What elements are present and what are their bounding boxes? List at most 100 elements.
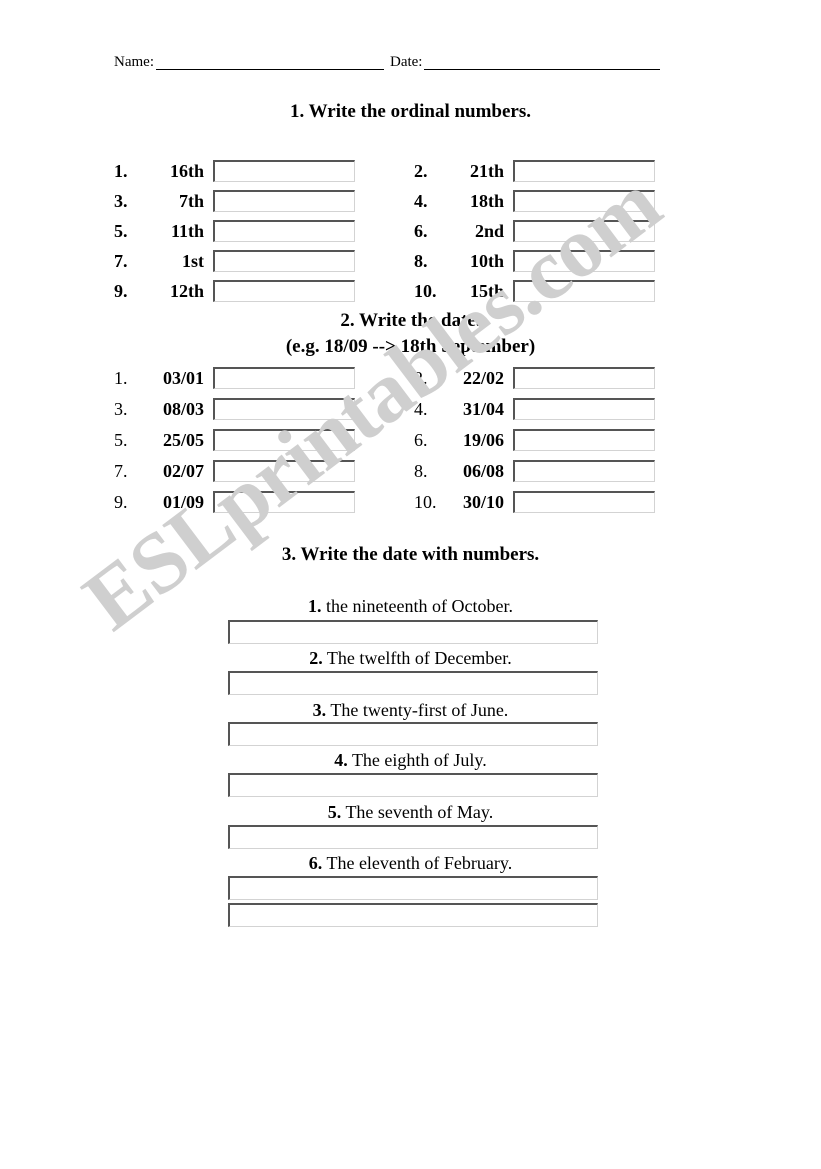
item-value: 03/01 (162, 368, 204, 388)
answer-input[interactable] (228, 773, 598, 797)
section-2-item-5: 5. 25/05 (114, 427, 355, 453)
section-1-item-4: 4. 18th (414, 188, 655, 214)
item-number: 8. (414, 251, 428, 271)
item-number: 4. (414, 399, 428, 419)
answer-input[interactable] (213, 491, 355, 513)
answer-input[interactable] (513, 429, 655, 451)
section-3-item-6: 6. The eleventh of February. (0, 853, 821, 873)
answer-input[interactable] (228, 620, 598, 644)
answer-input[interactable] (228, 671, 598, 695)
section-2-item-6: 6. 19/06 (414, 427, 655, 453)
item-number: 3. (114, 399, 128, 419)
item-number: 6. (414, 430, 428, 450)
item-prompt: The eighth of July. (351, 750, 487, 770)
item-number: 4. (414, 191, 428, 211)
date-label: Date: (389, 54, 423, 70)
section-2-item-4: 4. 31/04 (414, 396, 655, 422)
name-label: Name: (114, 54, 154, 70)
answer-input[interactable] (213, 250, 355, 272)
section-2-item-8: 8. 06/08 (414, 458, 655, 484)
name-input-rule[interactable] (155, 54, 384, 70)
answer-input[interactable] (213, 398, 355, 420)
item-value: 12th (169, 281, 204, 301)
section-1-item-10: 10. 15th (414, 278, 655, 304)
section-2-item-9: 9. 01/09 (114, 489, 355, 515)
item-number: 5. (327, 802, 342, 822)
item-number: 3. (114, 191, 128, 211)
item-number: 5. (114, 430, 128, 450)
item-number: 7. (114, 251, 128, 271)
worksheet-page: Name: Date: 1. Write the ordinal numbers… (0, 0, 821, 1169)
answer-input[interactable] (513, 190, 655, 212)
item-prompt: the nineteenth of October. (326, 596, 513, 616)
answer-input[interactable] (513, 460, 655, 482)
section-3-item-3: 3. The twenty-first of June. (0, 700, 821, 720)
item-number: 2. (414, 368, 428, 388)
section-1-item-3: 3. 7th (114, 188, 355, 214)
answer-input[interactable] (213, 190, 355, 212)
item-value: 08/03 (162, 399, 204, 419)
section-1-item-6: 6. 2nd (414, 218, 655, 244)
answer-input[interactable] (213, 160, 355, 182)
answer-input[interactable] (513, 250, 655, 272)
answer-input[interactable] (513, 280, 655, 302)
section-1-item-1: 1. 16th (114, 158, 355, 184)
answer-input[interactable] (513, 491, 655, 513)
answer-input[interactable] (513, 367, 655, 389)
item-value: 01/09 (162, 492, 204, 512)
item-value: 22/02 (462, 368, 504, 388)
answer-input[interactable] (213, 367, 355, 389)
item-number: 2. (309, 648, 323, 668)
section-2-item-10: 10. 30/10 (414, 489, 655, 515)
item-value: 31/04 (462, 399, 504, 419)
item-number: 6. (414, 221, 428, 241)
date-input-rule[interactable] (424, 54, 661, 70)
answer-input[interactable] (213, 280, 355, 302)
item-value: 16th (169, 161, 204, 181)
item-value: 30/10 (462, 492, 504, 512)
item-number: 8. (414, 461, 428, 481)
item-value: 2nd (474, 221, 504, 241)
item-value: 7th (178, 191, 204, 211)
section-3-item-4: 4. The eighth of July. (0, 750, 821, 770)
item-number: 5. (114, 221, 128, 241)
answer-input[interactable] (228, 876, 598, 900)
section-1-item-7: 7. 1st (114, 248, 355, 274)
item-value: 21th (469, 161, 504, 181)
item-number: 1. (114, 161, 128, 181)
section-3-heading: 3. Write the date with numbers. (281, 544, 540, 565)
section-2-heading: 2. Write the date. (340, 310, 481, 331)
item-value: 18th (469, 191, 504, 211)
item-value: 19/06 (462, 430, 504, 450)
item-prompt: The eleventh of February. (326, 853, 513, 873)
section-1-item-5: 5. 11th (114, 218, 355, 244)
answer-input[interactable] (513, 160, 655, 182)
item-prompt: The twelfth of December. (326, 648, 512, 668)
answer-input[interactable] (213, 460, 355, 482)
answer-input[interactable] (228, 903, 598, 927)
item-value: 02/07 (162, 461, 204, 481)
section-1-item-2: 2. 21th (414, 158, 655, 184)
item-prompt: The twenty-first of June. (330, 700, 509, 720)
answer-input[interactable] (228, 722, 598, 746)
item-value: 25/05 (162, 430, 204, 450)
answer-input[interactable] (213, 429, 355, 451)
item-prompt: The seventh of May. (345, 802, 494, 822)
header-fields: Name: Date: (114, 48, 694, 70)
item-number: 3. (312, 700, 327, 720)
section-1-item-9: 9. 12th (114, 278, 355, 304)
answer-input[interactable] (228, 825, 598, 849)
item-number: 9. (114, 281, 128, 301)
section-2-item-1: 1. 03/01 (114, 365, 355, 391)
section-2-item-3: 3. 08/03 (114, 396, 355, 422)
item-number: 9. (114, 492, 128, 512)
answer-input[interactable] (513, 220, 655, 242)
section-2-item-2: 2. 22/02 (414, 365, 655, 391)
item-number: 7. (114, 461, 128, 481)
answer-input[interactable] (513, 398, 655, 420)
item-value: 1st (182, 251, 204, 271)
item-value: 11th (170, 221, 204, 241)
item-value: 10th (469, 251, 504, 271)
section-1-item-8: 8. 10th (414, 248, 655, 274)
answer-input[interactable] (213, 220, 355, 242)
